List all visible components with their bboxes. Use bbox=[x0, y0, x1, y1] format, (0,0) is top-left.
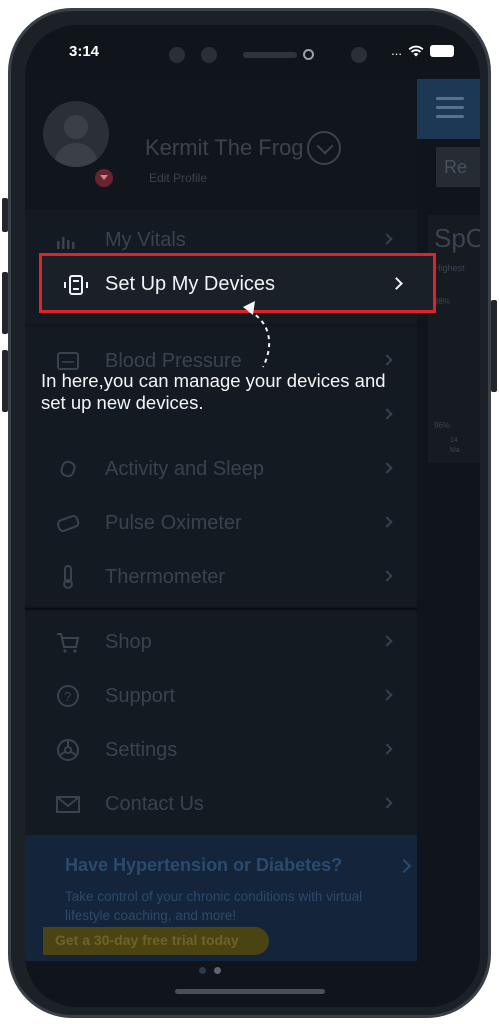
menu-item-label: Contact Us bbox=[105, 793, 204, 815]
device-icon bbox=[64, 275, 88, 295]
card-date-day: 14 bbox=[450, 437, 458, 444]
page-dot bbox=[199, 967, 206, 974]
edit-profile-link[interactable]: Edit Profile bbox=[149, 171, 207, 185]
profile-name: Kermit The Frog bbox=[145, 135, 304, 160]
chevron-down-icon[interactable] bbox=[307, 131, 341, 165]
help-icon: ? bbox=[57, 685, 79, 707]
svg-text:?: ? bbox=[64, 689, 71, 704]
speaker-icon bbox=[243, 52, 297, 58]
menu-item-set-up-my-devices[interactable]: Set Up My Devices bbox=[39, 253, 436, 313]
cart-icon bbox=[57, 633, 80, 653]
menu-item-label: My Vitals bbox=[105, 229, 186, 251]
status-icons: ... bbox=[391, 43, 454, 58]
chevron-right-icon bbox=[390, 277, 403, 290]
oximeter-icon bbox=[57, 515, 80, 532]
stage: Re SpO Highest 98% 96% 14 Ma 3:14 bbox=[0, 0, 499, 1024]
wifi-icon bbox=[408, 45, 424, 56]
menu-item-label: Activity and Sleep bbox=[105, 458, 264, 480]
more-dots: ... bbox=[391, 43, 402, 58]
menu-item-label: Support bbox=[105, 685, 176, 707]
menu-item-support[interactable]: ? Support bbox=[25, 669, 417, 723]
menu-divider bbox=[25, 608, 417, 610]
menu-item-label: Shop bbox=[105, 631, 152, 653]
card-tick-bottom: 96% bbox=[434, 421, 451, 430]
thermometer-icon bbox=[63, 565, 73, 589]
battery-icon bbox=[430, 44, 454, 57]
menu-item-label: Set Up My Devices bbox=[105, 273, 276, 295]
sensor-dot-icon bbox=[201, 47, 217, 63]
menu-item-pulse-oximeter[interactable]: Pulse Oximeter bbox=[25, 496, 417, 550]
camera-dot-icon bbox=[169, 47, 185, 63]
menu-item-shop[interactable]: Shop bbox=[25, 615, 417, 669]
vitals-bars-icon bbox=[57, 237, 75, 249]
avatar-body bbox=[54, 143, 98, 167]
card-subtitle: Highest bbox=[434, 263, 465, 273]
menu-item-activity-and-sleep[interactable]: Activity and Sleep bbox=[25, 442, 417, 496]
menu-item-settings[interactable]: Settings bbox=[25, 723, 417, 777]
chevron-right-icon bbox=[381, 462, 393, 474]
tooltip-text: In here,you can manage your devices and … bbox=[41, 370, 386, 413]
hamburger-icon[interactable] bbox=[436, 97, 464, 119]
chevron-right-icon bbox=[381, 233, 393, 245]
free-trial-button[interactable]: Get a 30-day free trial today bbox=[43, 927, 269, 955]
phone-power-button bbox=[491, 300, 497, 392]
menu-item-contact-us[interactable]: Contact Us bbox=[25, 777, 417, 831]
chevron-right-icon bbox=[396, 858, 412, 874]
menu-item-thermometer[interactable]: Thermometer bbox=[25, 550, 417, 604]
secondary-group: Shop ? Support Settings Contact Us bbox=[25, 611, 417, 836]
chevron-right-icon bbox=[381, 743, 393, 755]
phone-frame: Re SpO Highest 98% 96% 14 Ma 3:14 bbox=[8, 8, 491, 1018]
avatar-head bbox=[64, 115, 88, 139]
status-time: 3:14 bbox=[69, 43, 100, 60]
tooltip-pointer-icon bbox=[243, 301, 271, 368]
status-bar: 3:14 ... bbox=[25, 25, 480, 79]
page-indicator bbox=[199, 967, 221, 974]
page-dot-active bbox=[214, 967, 221, 974]
card-date-month: Ma bbox=[450, 447, 460, 454]
mail-icon bbox=[56, 796, 80, 813]
background-button[interactable]: Re bbox=[436, 147, 480, 187]
chevron-right-icon bbox=[381, 354, 393, 366]
home-indicator bbox=[175, 989, 325, 994]
devices-group: Blood Pressure Activity and Sleep Pulse … bbox=[25, 326, 417, 606]
camera-ring-icon bbox=[303, 49, 314, 60]
side-drawer: Kermit The Frog Edit Profile My Vitals B… bbox=[25, 79, 417, 961]
card-tick-top: 98% bbox=[434, 297, 451, 306]
chevron-right-icon bbox=[381, 570, 393, 582]
chevron-right-icon bbox=[381, 635, 393, 647]
profile-section[interactable]: Kermit The Frog Edit Profile bbox=[25, 79, 417, 197]
phone-screen: Re SpO Highest 98% 96% 14 Ma 3:14 bbox=[25, 25, 480, 1007]
chevron-right-icon bbox=[381, 797, 393, 809]
avatar-badge-icon bbox=[95, 169, 113, 187]
promo-text: Take control of your chronic conditions … bbox=[65, 889, 363, 923]
watch-icon bbox=[60, 460, 76, 478]
menu-item-label: Pulse Oximeter bbox=[105, 512, 242, 534]
menu-item-label: Thermometer bbox=[105, 566, 226, 588]
sensor-dot-icon bbox=[351, 47, 367, 63]
promo-title: Have Hypertension or Diabetes? bbox=[65, 855, 343, 875]
menu-item-label: Settings bbox=[105, 739, 178, 761]
avatar[interactable] bbox=[43, 101, 109, 167]
chevron-right-icon bbox=[381, 689, 393, 701]
card-title: SpO bbox=[434, 223, 480, 253]
gear-icon bbox=[57, 739, 79, 761]
chevron-right-icon bbox=[381, 516, 393, 528]
